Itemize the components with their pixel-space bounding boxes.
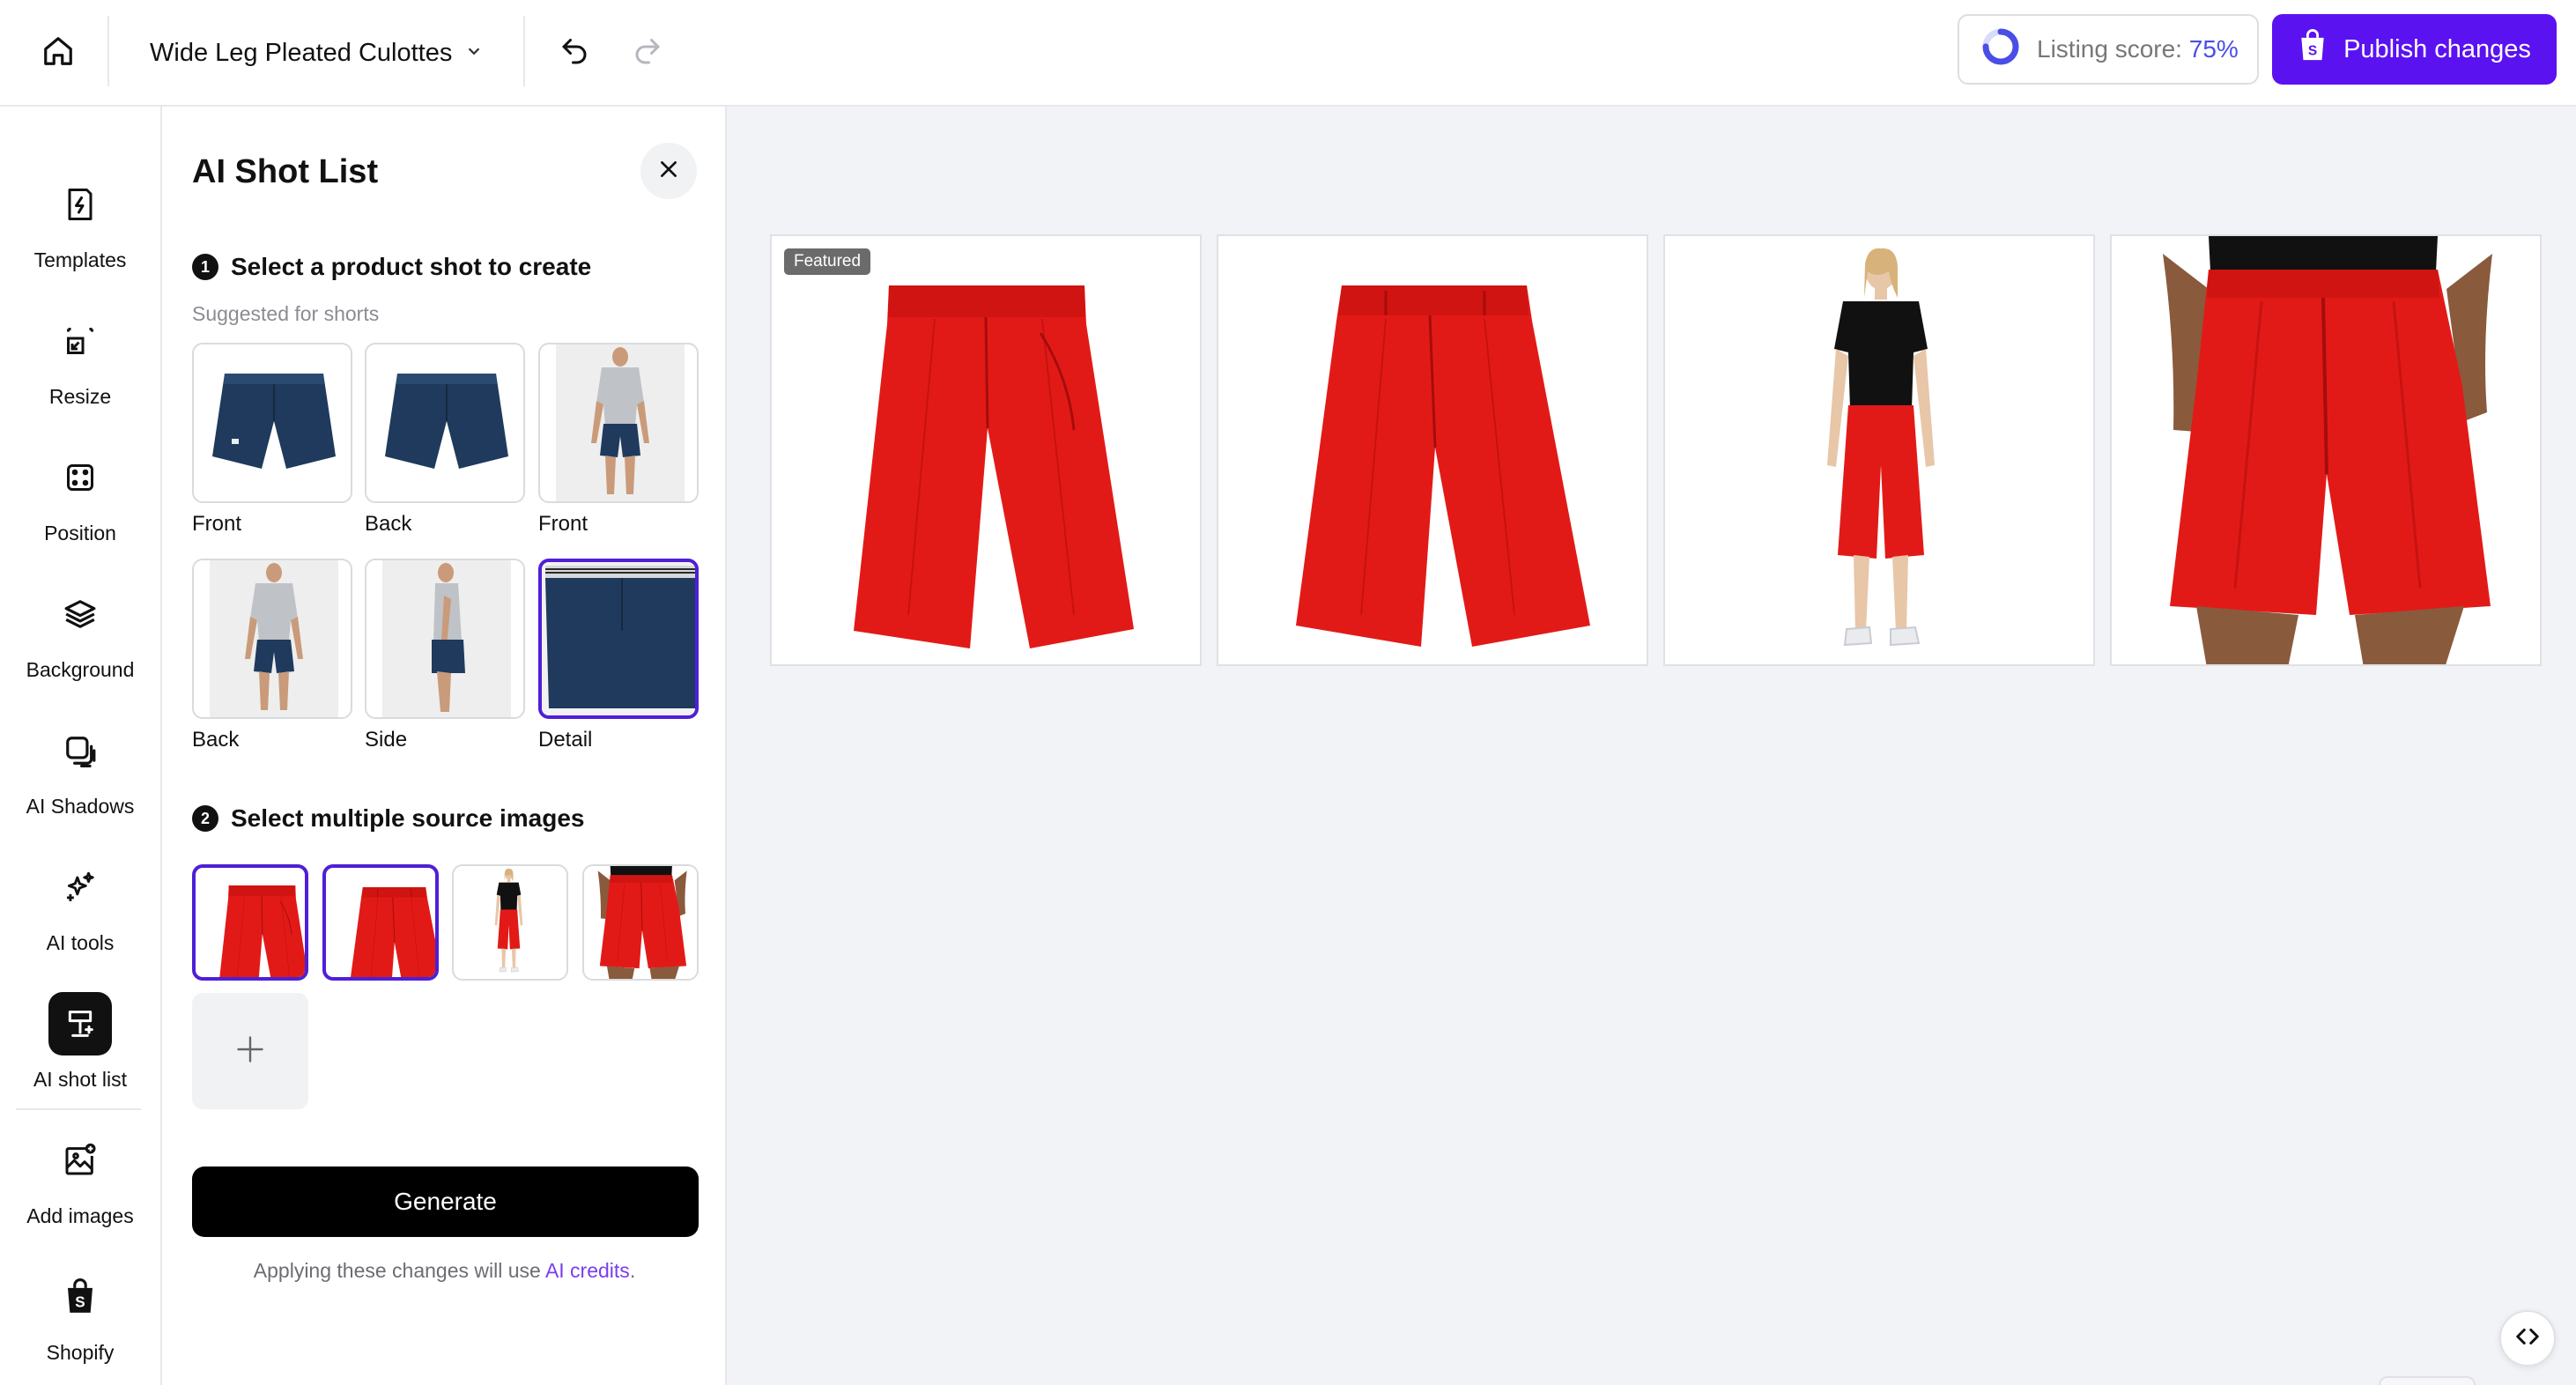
publish-changes-button[interactable]: S Publish changes [2272,14,2557,85]
close-icon [657,158,680,185]
shot-option-back-model[interactable] [192,559,352,719]
canvas-image-model-crop[interactable] [2110,234,2542,666]
shopify-bag-icon: S [2298,29,2328,70]
shadow-icon [48,719,112,782]
redo-icon [632,33,663,70]
rail-item-templates[interactable]: Templates [0,160,160,284]
source-image-model-crop[interactable] [582,864,699,981]
product-title: Wide Leg Pleated Culottes [150,38,453,67]
tool-rail: Templates Resize Position Background AI … [0,107,162,1385]
shot-option-detail[interactable] [538,559,699,719]
step-label: Select a product shot to create [231,253,592,280]
resize-icon [48,309,112,373]
rail-item-background[interactable]: Background [0,570,160,693]
divider [107,16,109,86]
listing-score-ring-icon [1980,26,2021,73]
shot-option-side-model[interactable] [365,559,525,719]
close-panel-button[interactable] [640,143,697,199]
product-title-dropdown[interactable]: Wide Leg Pleated Culottes [150,28,484,78]
zoom-control[interactable] [2379,1376,2476,1385]
publish-label: Publish changes [2343,34,2531,63]
shot-label: Detail [538,728,593,752]
top-bar: Wide Leg Pleated Culottes Listing score:… [0,0,2576,107]
listing-score-label: Listing score: [2037,35,2182,63]
shot-option-front-flat[interactable] [192,343,352,503]
rail-label: Add images [26,1204,134,1227]
chevron-down-icon [464,39,484,68]
rail-item-ai-tools[interactable]: AI tools [0,843,160,967]
source-image-flat-front[interactable] [192,864,308,981]
rail-label: Templates [33,248,127,271]
sparkles-icon [48,855,112,919]
credits-note: Applying these changes will use AI credi… [162,1259,727,1283]
rail-label: Background [26,657,135,681]
rail-divider [16,1108,141,1110]
rail-label: AI shot list [33,1067,128,1091]
layers-icon [48,582,112,646]
add-source-image-button[interactable] [192,993,308,1109]
home-icon [41,34,75,72]
shopify-bag-icon: S [48,1265,112,1329]
svg-text:S: S [2308,44,2317,59]
panel-title: AI Shot List [192,153,379,190]
rail-item-position[interactable]: Position [0,433,160,557]
step-number: 2 [192,805,218,832]
shot-label: Side [365,728,408,752]
canvas-image-featured[interactable]: Featured [770,234,1202,666]
code-icon [2514,1323,2541,1354]
rail-label: AI Shadows [26,794,135,818]
step-1-heading: 1 Select a product shot to create [192,253,591,281]
rail-item-ai-shadows[interactable]: AI Shadows [0,707,160,830]
suggested-hint: Suggested for shorts [192,302,380,325]
rail-label: Resize [48,384,112,408]
step-2-heading: 2 Select multiple source images [192,804,585,833]
canvas-image-model-full[interactable] [1663,234,2095,666]
rail-label: AI tools [46,930,115,954]
ai-credits-link[interactable]: AI credits [545,1259,630,1282]
step-label: Select multiple source images [231,804,585,832]
template-bolt-icon [48,173,112,236]
rail-label: Shopify [46,1340,115,1364]
undo-button[interactable] [550,26,599,76]
rail-label: Position [44,521,116,544]
add-image-icon [48,1129,112,1192]
rail-item-resize[interactable]: Resize [0,297,160,420]
canvas-image-back[interactable] [1217,234,1648,666]
rail-item-ai-shot-list[interactable]: AI shot list [0,980,160,1103]
divider [523,16,525,86]
shot-label: Back [365,512,412,536]
shot-label: Front [192,512,242,536]
undo-icon [559,33,590,70]
rail-item-add-images[interactable]: Add images [0,1116,160,1240]
source-image-model-full[interactable] [452,864,568,981]
shot-option-front-model[interactable] [538,343,699,503]
featured-badge: Featured [784,248,871,275]
position-icon [48,446,112,509]
svg-text:S: S [75,1293,85,1310]
rail-item-shopify[interactable]: S Shopify [0,1253,160,1376]
credits-note-text: Applying these changes will use [253,1259,545,1282]
shot-option-back-flat[interactable] [365,343,525,503]
credits-note-suffix: . [629,1259,636,1282]
shot-label: Front [538,512,588,536]
shot-label: Back [192,728,240,752]
home-button[interactable] [32,26,85,79]
listing-score-value: 75% [2188,35,2239,63]
code-view-button[interactable] [2499,1310,2556,1366]
redo-button[interactable] [623,26,672,76]
ai-shot-list-panel: AI Shot List 1 Select a product shot to … [162,107,727,1385]
source-image-flat-back[interactable] [322,864,439,981]
step-number: 1 [192,254,218,280]
listing-score-text: Listing score: 75% [2037,35,2239,63]
generate-button[interactable]: Generate [192,1167,699,1237]
listing-score-button[interactable]: Listing score: 75% [1958,14,2259,85]
plus-icon [234,1033,266,1070]
lamp-icon [48,991,112,1055]
